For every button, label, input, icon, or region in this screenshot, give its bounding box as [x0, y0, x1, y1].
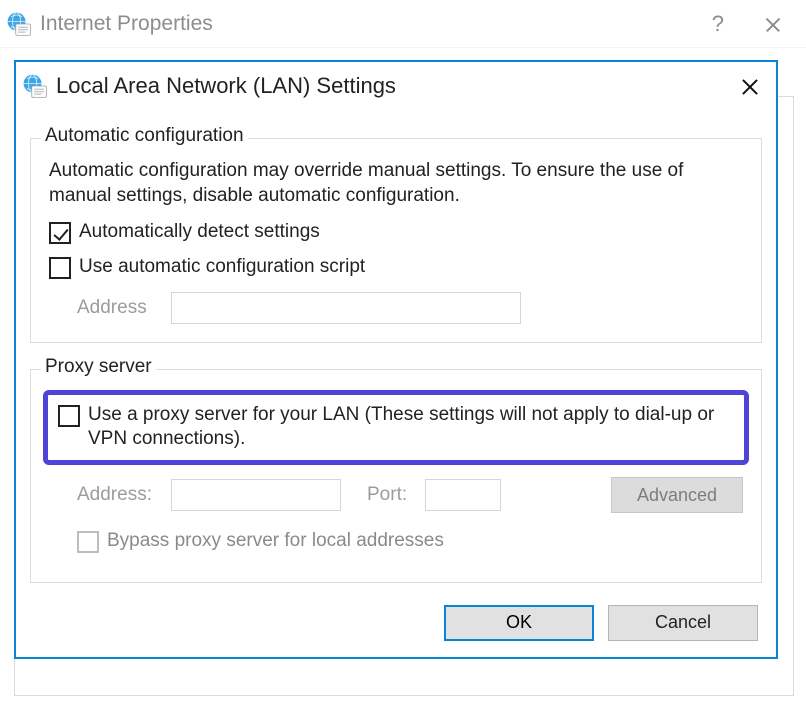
bypass-local-label: Bypass proxy server for local addresses — [107, 529, 444, 554]
parent-window-title: Internet Properties — [40, 12, 213, 36]
dialog-titlebar: Local Area Network (LAN) Settings — [16, 62, 776, 110]
dialog-title: Local Area Network (LAN) Settings — [56, 73, 396, 99]
auto-detect-row[interactable]: Automatically detect settings — [49, 220, 743, 245]
use-proxy-checkbox[interactable] — [58, 405, 80, 427]
proxy-address-input[interactable] — [171, 479, 341, 511]
bypass-local-row[interactable]: Bypass proxy server for local addresses — [77, 529, 743, 554]
config-script-address-input[interactable] — [171, 292, 521, 324]
help-button[interactable]: ? — [712, 11, 724, 37]
config-script-address-label: Address — [77, 297, 161, 319]
automatic-configuration-group: Automatic configuration Automatic config… — [30, 138, 762, 343]
config-script-address-row: Address — [77, 292, 743, 324]
lan-settings-dialog: Local Area Network (LAN) Settings Automa… — [14, 60, 778, 659]
bypass-local-checkbox[interactable] — [77, 531, 99, 553]
use-proxy-highlight: Use a proxy server for your LAN (These s… — [43, 390, 749, 465]
proxy-port-label: Port: — [367, 484, 415, 506]
proxy-address-row: Address: Port: Advanced — [77, 477, 743, 513]
use-config-script-row[interactable]: Use automatic configuration script — [49, 255, 743, 280]
ok-button[interactable]: OK — [444, 605, 594, 641]
cancel-button[interactable]: Cancel — [608, 605, 758, 641]
automatic-configuration-legend: Automatic configuration — [41, 125, 248, 147]
dialog-actions: OK Cancel — [30, 605, 762, 641]
use-proxy-row[interactable]: Use a proxy server for your LAN (These s… — [58, 403, 734, 452]
proxy-server-legend: Proxy server — [41, 356, 156, 378]
parent-close-button[interactable] — [764, 15, 782, 33]
automatic-configuration-description: Automatic configuration may override man… — [49, 159, 743, 208]
internet-options-icon — [6, 11, 32, 37]
lan-settings-icon — [22, 73, 48, 99]
parent-titlebar: Internet Properties ? — [0, 0, 806, 48]
use-config-script-label: Use automatic configuration script — [79, 255, 365, 280]
use-config-script-checkbox[interactable] — [49, 257, 71, 279]
auto-detect-checkbox[interactable] — [49, 222, 71, 244]
proxy-address-label: Address: — [77, 484, 161, 506]
proxy-server-group: Proxy server Use a proxy server for your… — [30, 369, 762, 583]
advanced-button[interactable]: Advanced — [611, 477, 743, 513]
auto-detect-label: Automatically detect settings — [79, 220, 320, 245]
use-proxy-label: Use a proxy server for your LAN (These s… — [88, 403, 734, 452]
proxy-port-input[interactable] — [425, 479, 501, 511]
dialog-close-button[interactable] — [740, 76, 760, 96]
